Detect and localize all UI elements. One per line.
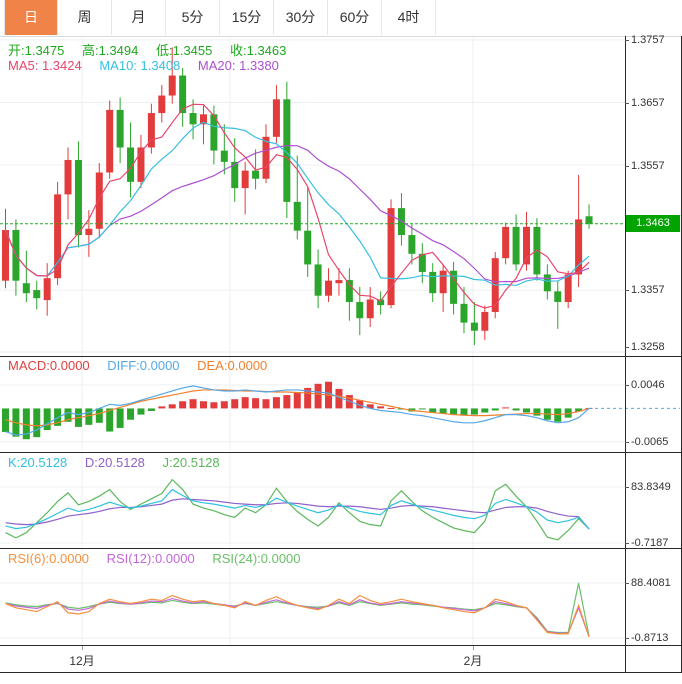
time-label-feb: 2月: [464, 652, 483, 669]
price-axis-label: 1.3557: [631, 160, 665, 172]
ma20-value: MA20: 1.3380: [198, 58, 279, 73]
period-toolbar: 日 周 月 5分 15分 30分 60分 4时: [0, 0, 682, 37]
diff-value: DIFF:0.0000: [107, 358, 179, 373]
macd-axis-label: -0.0065: [631, 436, 668, 448]
kdj-readout: K:20.5128 D:20.5128 J:20.5128: [8, 455, 234, 470]
rsi-axis-label: -0.8713: [631, 632, 668, 644]
tab-30min[interactable]: 30分: [274, 0, 328, 35]
time-axis: 12月 2月: [0, 646, 682, 672]
ma-readout: MA5: 1.3424 MA10: 1.3408 MA20: 1.3380: [8, 58, 293, 73]
time-label-dec: 12月: [69, 652, 94, 669]
k-value: K:20.5128: [8, 455, 67, 470]
tab-5min[interactable]: 5分: [166, 0, 220, 35]
panel-separator: [0, 452, 682, 453]
price-axis-label: 1.3757: [631, 34, 665, 46]
tab-60min[interactable]: 60分: [328, 0, 382, 35]
chart-canvas[interactable]: 开:1.3475 高:1.3494 低:1.3455 收:1.3463 MA5:…: [0, 36, 682, 673]
panel-separator: [0, 356, 682, 357]
time-tick: [82, 646, 83, 650]
kdj-axis-label: -0.7187: [631, 537, 668, 549]
tab-week[interactable]: 周: [58, 0, 112, 35]
tab-day[interactable]: 日: [4, 0, 58, 35]
price-axis-label: 1.3258: [631, 341, 665, 353]
rsi-readout: RSI(6):0.0000 RSI(12):0.0000 RSI(24):0.0…: [8, 551, 315, 566]
macd-value: MACD:0.0000: [8, 358, 90, 373]
close-value: 收:1.3463: [230, 43, 286, 58]
dea-value: DEA:0.0000: [197, 358, 267, 373]
j-value: J:20.5128: [163, 455, 220, 470]
price-axis-label: 1.3357: [631, 284, 665, 296]
rsi24-value: RSI(24):0.0000: [212, 551, 300, 566]
tab-month[interactable]: 月: [112, 0, 166, 35]
price-axis-label: 1.3657: [631, 97, 665, 109]
rsi-axis-label: 88.4081: [631, 577, 671, 589]
macd-axis-label: 0.0046: [631, 379, 665, 391]
current-price-badge: 1.3463: [626, 215, 680, 232]
time-tick: [473, 646, 474, 650]
rsi6-value: RSI(6):0.0000: [8, 551, 89, 566]
tab-15min[interactable]: 15分: [220, 0, 274, 35]
macd-readout: MACD:0.0000 DIFF:0.0000 DEA:0.0000: [8, 358, 281, 373]
chart-plot: [0, 36, 682, 673]
price-axis-line: [625, 36, 626, 672]
rsi12-value: RSI(12):0.0000: [107, 551, 195, 566]
high-value: 高:1.3494: [82, 43, 138, 58]
ma10-value: MA10: 1.3408: [99, 58, 180, 73]
panel-separator: [0, 672, 682, 673]
tab-4hour[interactable]: 4时: [382, 0, 436, 35]
low-value: 低:1.3455: [156, 43, 212, 58]
open-value: 开:1.3475: [8, 43, 64, 58]
panel-separator: [0, 548, 682, 549]
ohlc-readout: 开:1.3475 高:1.3494 低:1.3455 收:1.3463: [8, 40, 300, 59]
ma5-value: MA5: 1.3424: [8, 58, 82, 73]
kdj-axis-label: 83.8349: [631, 481, 671, 493]
d-value: D:20.5128: [85, 455, 145, 470]
